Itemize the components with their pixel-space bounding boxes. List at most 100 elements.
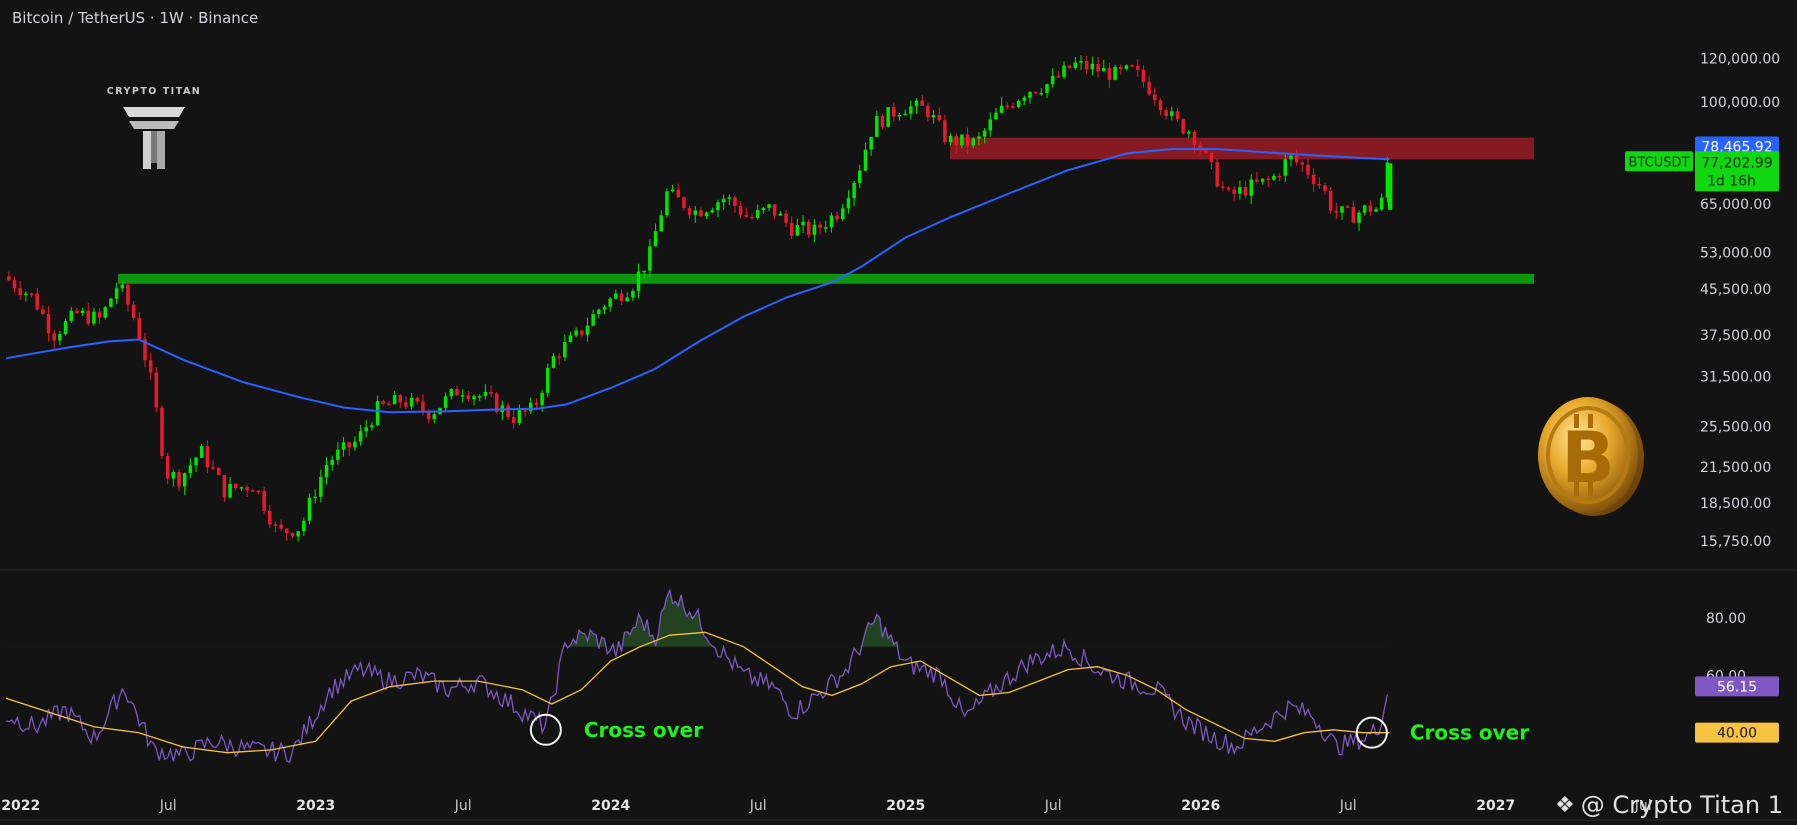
candle-body: [614, 293, 618, 299]
rsi-overbought-fill: [6, 590, 1388, 647]
candle-body: [103, 306, 108, 318]
candle-body: [1141, 69, 1146, 82]
candle-body: [222, 474, 227, 498]
time-tick-label: Jul: [1339, 798, 1357, 814]
candle-body: [1283, 159, 1288, 176]
candle-body: [676, 189, 681, 198]
candle-body: [398, 395, 403, 403]
candle-body: [7, 276, 11, 281]
candle-body: [381, 401, 386, 404]
candle-body: [869, 136, 873, 150]
price-tick-label: 100,000.00: [1700, 95, 1780, 111]
candle-body: [982, 130, 987, 137]
candle-body: [46, 314, 51, 334]
candle-body: [1187, 131, 1191, 134]
price-tick-label: 53,000.00: [1700, 246, 1771, 262]
candle-body: [580, 330, 584, 335]
candle-body: [1050, 76, 1055, 85]
candle-body: [824, 227, 828, 229]
candle-body: [699, 210, 703, 217]
candle-body: [568, 335, 573, 343]
candle-body: [659, 215, 663, 232]
candle-body: [421, 401, 425, 411]
rsi-ma-value-text: 40.00: [1717, 726, 1757, 742]
candle-body: [818, 224, 822, 228]
candle-body: [540, 392, 544, 405]
time-tick-label: Jul: [159, 798, 177, 814]
candle-body: [948, 135, 953, 143]
candle-body: [693, 210, 698, 215]
candle-body: [750, 216, 754, 219]
candle-body: [245, 487, 249, 491]
candle-body: [29, 293, 34, 296]
candle-body: [268, 510, 272, 525]
candle-body: [347, 442, 351, 448]
candle-body: [1147, 81, 1151, 95]
candle-body: [1215, 162, 1219, 187]
candle-body: [999, 105, 1004, 113]
candle-body: [914, 100, 919, 107]
candle-body: [931, 115, 936, 118]
candle-body: [1204, 150, 1208, 153]
candle-body: [234, 483, 238, 489]
candle-body: [631, 290, 635, 298]
candle-body: [148, 360, 153, 373]
candle-body: [324, 464, 329, 477]
candle-body: [1192, 131, 1197, 146]
candle-body: [806, 221, 811, 235]
author-watermark: ❖ @ Crypto Titan 1: [1555, 791, 1783, 819]
candle-body: [772, 204, 777, 216]
candle-body: [483, 391, 488, 397]
price-tick-label: 45,500.00: [1700, 282, 1771, 298]
candle-body: [653, 231, 658, 247]
candle-body: [1045, 84, 1049, 93]
candle-body: [778, 213, 783, 216]
candle-body: [625, 297, 629, 302]
candle-body: [1181, 119, 1185, 134]
candle-body: [211, 467, 215, 469]
candle-body: [443, 396, 448, 408]
candle-body: [1124, 65, 1129, 69]
candle-body: [18, 288, 22, 296]
candle-body: [511, 417, 516, 424]
candle-body: [534, 402, 539, 405]
candle-body: [1323, 185, 1327, 192]
candle-body: [546, 367, 550, 393]
candle-body: [1079, 61, 1083, 63]
time-tick-label: 2027: [1476, 798, 1515, 814]
candle-body: [131, 304, 136, 319]
candle-body: [591, 314, 595, 326]
candle-body: [1022, 97, 1027, 101]
candle-body: [1249, 179, 1253, 196]
candle-body: [784, 213, 788, 223]
candle-body: [1005, 105, 1010, 108]
chart-title: Bitcoin / TetherUS · 1W · Binance: [12, 9, 259, 27]
candle-body: [506, 405, 510, 418]
candle-body: [58, 334, 62, 341]
candle-body: [1374, 209, 1378, 212]
candle-body: [285, 528, 289, 534]
candle-body: [1260, 178, 1265, 182]
candle-body: [97, 311, 102, 318]
candle-body: [608, 298, 612, 307]
candle-body: [954, 135, 958, 146]
candle-body: [710, 210, 715, 213]
candle-body: [835, 215, 839, 220]
axes-layer: 120,000.00 100,000.00 65,000.00 53,000.00 45…: [1, 51, 1780, 814]
candle-body: [1158, 100, 1163, 111]
candle-body: [597, 309, 601, 315]
candle-body: [432, 414, 437, 420]
candle-body: [977, 136, 981, 139]
time-tick-label: 2026: [1181, 798, 1220, 814]
candle-body: [63, 320, 68, 335]
candle-body: [330, 459, 334, 465]
candles-layer: [7, 55, 1393, 542]
candle-body: [551, 356, 556, 368]
candle-body: [92, 311, 96, 324]
candle-body: [358, 431, 363, 442]
candle-body: [52, 333, 56, 341]
symbol-text: BTCUSDT: [1629, 155, 1690, 170]
candle-body: [199, 446, 204, 458]
candle-body: [1345, 206, 1350, 208]
candle-body: [1101, 67, 1106, 72]
